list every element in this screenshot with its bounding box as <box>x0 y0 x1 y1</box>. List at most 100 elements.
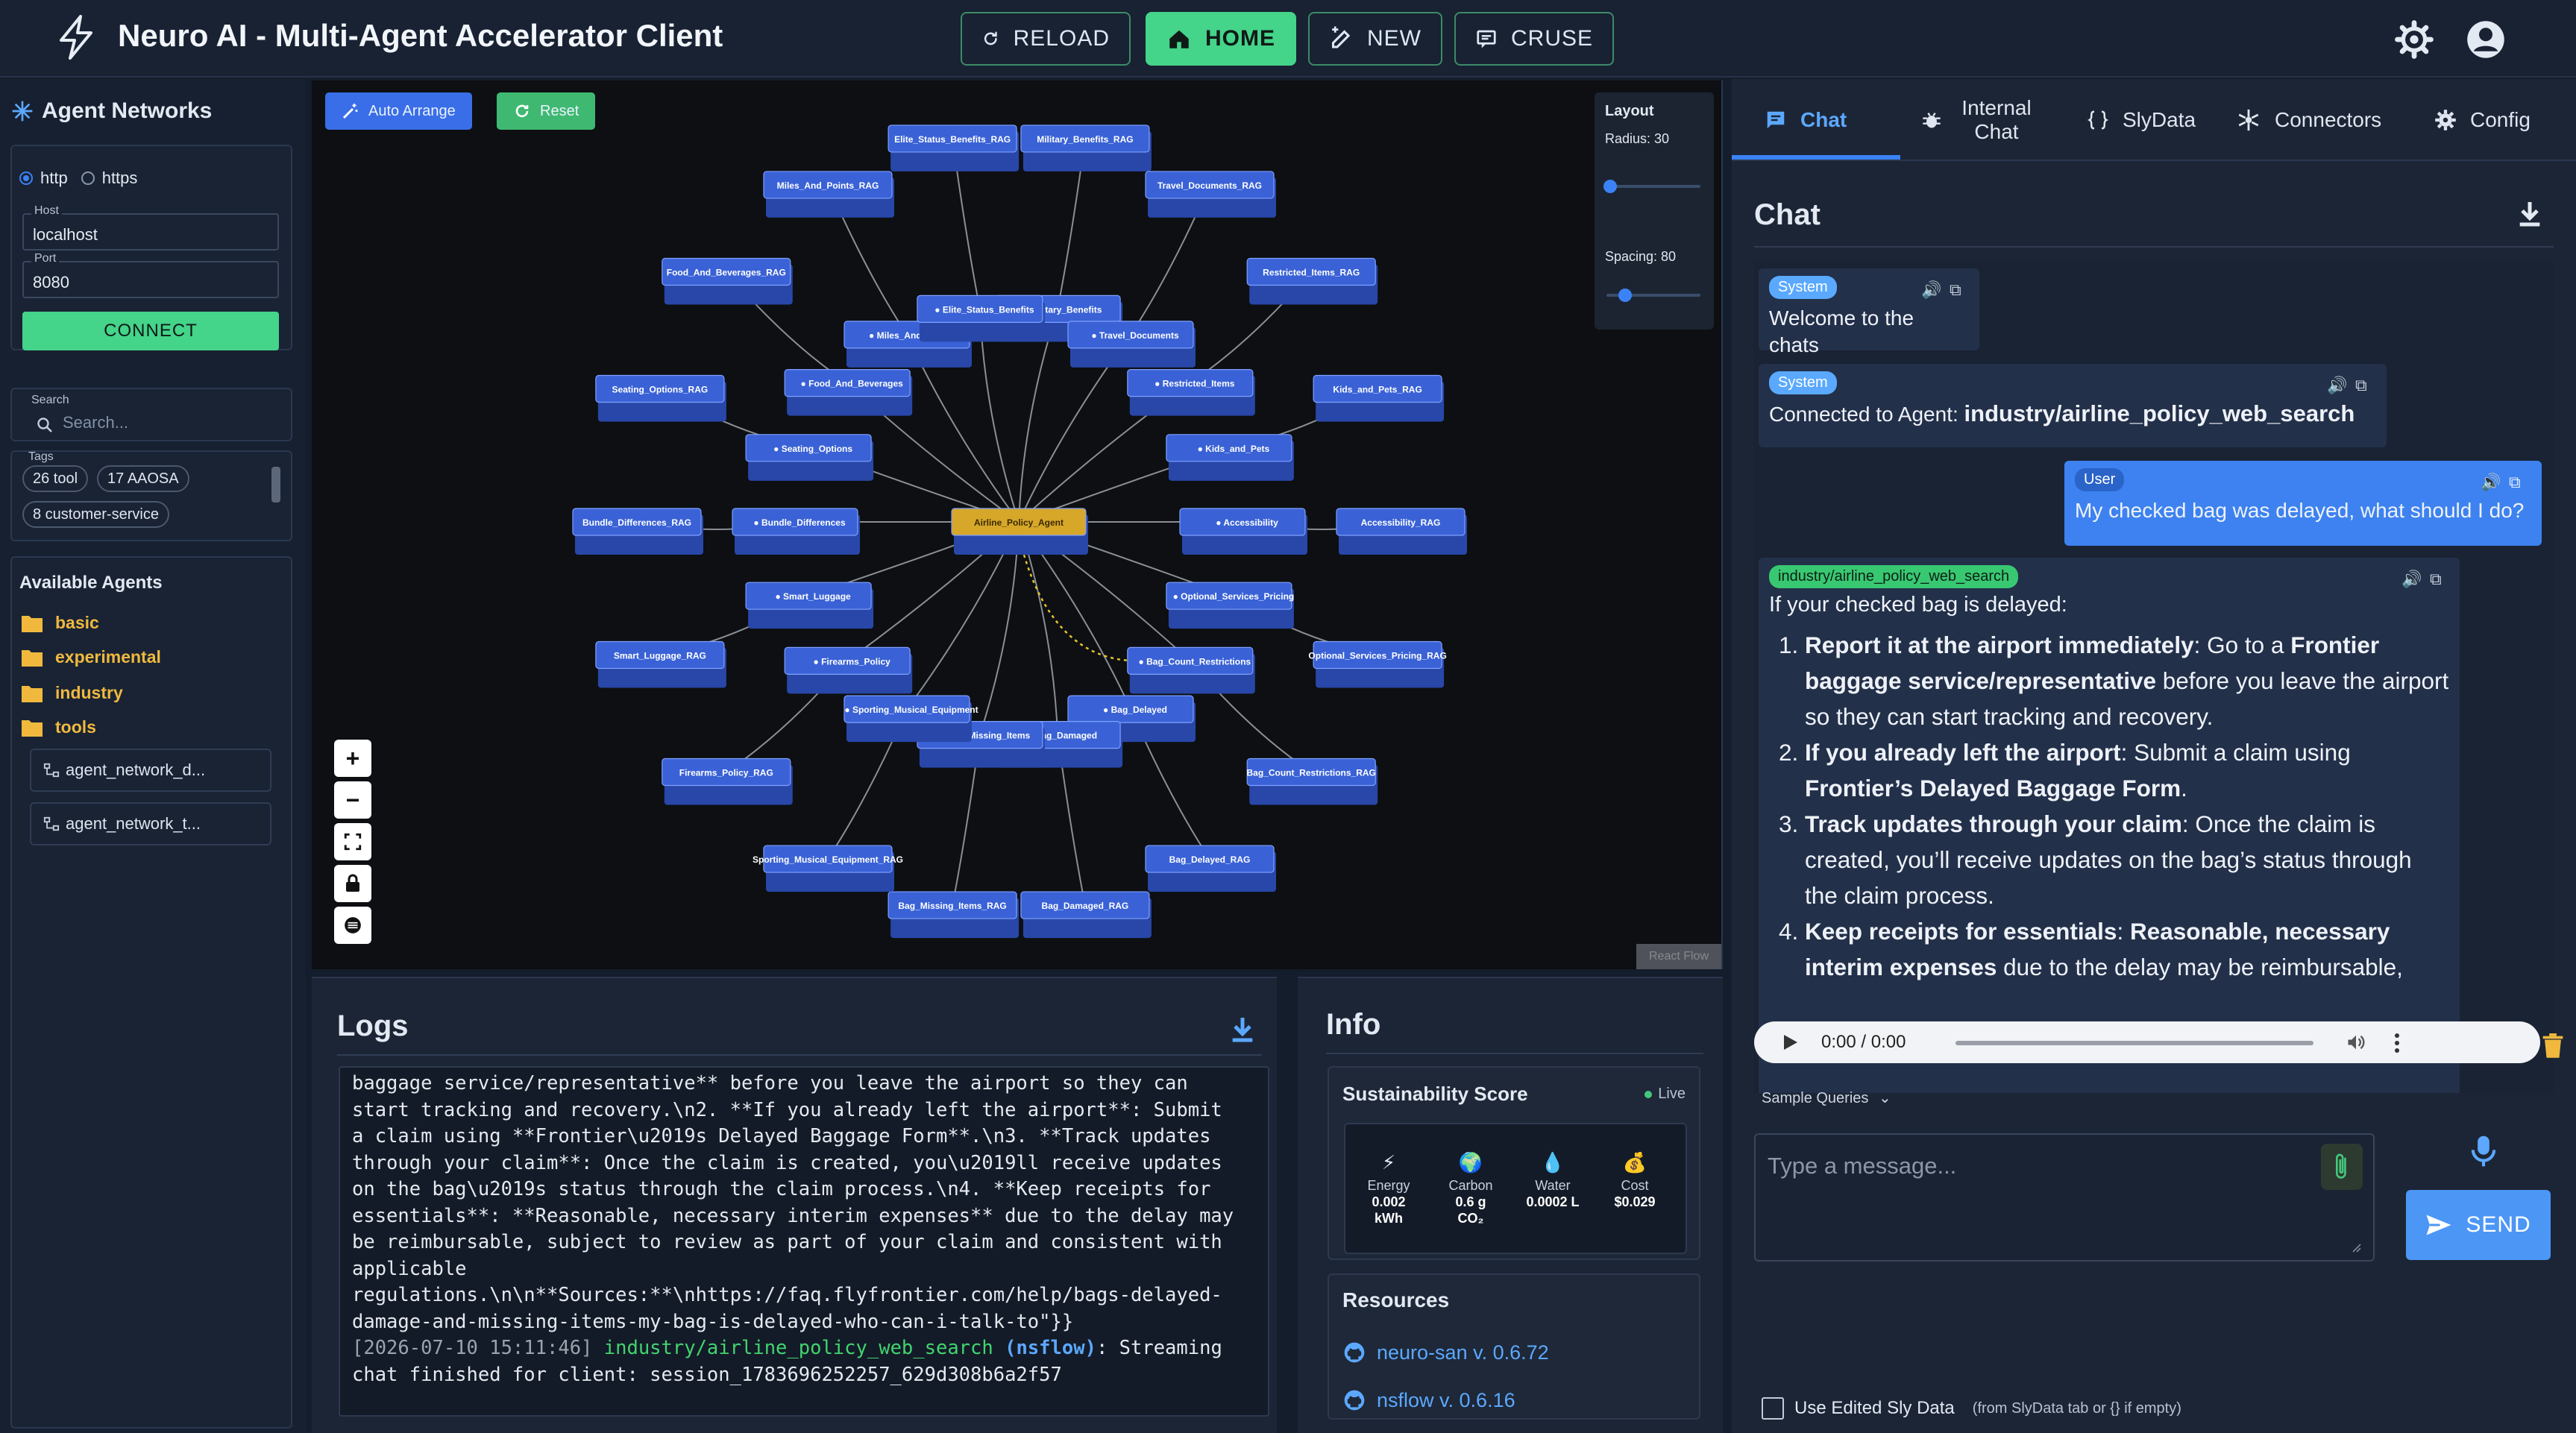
https-radio[interactable] <box>81 171 95 185</box>
auto-arrange-button[interactable]: Auto Arrange <box>325 92 472 130</box>
sample-queries-dropdown[interactable]: Sample Queries ⌄ <box>1762 1089 1891 1107</box>
radius-slider[interactable] <box>1603 180 1700 193</box>
graph-node[interactable]: Travel_Documents_RAG <box>1145 171 1276 218</box>
microphone-icon[interactable] <box>2469 1135 2498 1168</box>
speak-icon[interactable]: 🔊 <box>2401 570 2422 589</box>
graph-node[interactable]: Sporting_Musical_Equipment_RAG <box>753 845 903 892</box>
graph-node[interactable]: ● Food_And_Beverages <box>784 368 913 416</box>
message-input[interactable]: Type a message... <box>1754 1133 2375 1262</box>
folder-tools[interactable]: tools <box>21 717 96 737</box>
reset-button[interactable]: Reset <box>497 92 596 130</box>
graph-node[interactable]: Food_And_Beverages_RAG <box>662 257 793 305</box>
graph-node[interactable]: Smart_Luggage_RAG <box>595 640 726 688</box>
play-icon[interactable] <box>1782 1033 1799 1051</box>
graph-node[interactable]: Seating_Options_RAG <box>595 374 726 422</box>
graph-node[interactable]: Bag_Missing_Items_RAG <box>888 891 1020 939</box>
chat-messages[interactable]: System 🔊 ⧉ Welcome to the chats System 🔊… <box>1754 261 2554 1093</box>
graph-node[interactable]: ● Elite_Status_Benefits <box>917 295 1045 342</box>
zoom-in-button[interactable]: + <box>334 740 371 777</box>
spacing-slider-thumb[interactable] <box>1618 289 1632 302</box>
network-item[interactable]: agent_network_t... <box>30 802 271 845</box>
speak-icon[interactable]: 🔊 <box>1921 280 1941 300</box>
graph-node[interactable]: Bag_Delayed_RAG <box>1145 845 1276 892</box>
network-item[interactable]: agent_network_d... <box>30 749 271 792</box>
lock-button[interactable] <box>334 865 371 902</box>
resource-link[interactable]: nsflow v. 0.6.16 <box>1342 1388 1515 1412</box>
tab-chat[interactable]: Chat <box>1765 79 1847 161</box>
cruse-button[interactable]: CRUSE <box>1454 12 1614 66</box>
radius-slider-thumb[interactable] <box>1603 180 1617 193</box>
search-input[interactable]: Search Search... <box>10 388 292 441</box>
zoom-out-button[interactable]: − <box>334 781 371 819</box>
resource-link[interactable]: neuro-san v. 0.6.72 <box>1342 1341 1549 1364</box>
graph-node[interactable]: ● Smart_Luggage <box>745 582 874 629</box>
port-field[interactable]: Port 8080 <box>22 252 279 298</box>
speak-icon[interactable]: 🔊 <box>2327 376 2347 395</box>
graph-node[interactable]: ● Restricted_Items <box>1127 368 1255 416</box>
audio-progress[interactable] <box>1955 1041 2313 1045</box>
agent-graph-canvas[interactable]: Military_Benefits_RAG Travel_Documents_RA… <box>312 81 1723 969</box>
reload-button[interactable]: RELOAD <box>961 12 1131 66</box>
graph-node[interactable]: ● Bag_Count_Restrictions <box>1127 646 1255 694</box>
fit-view-button[interactable] <box>334 823 371 860</box>
spacing-slider[interactable] <box>1606 289 1700 302</box>
graph-node[interactable]: Accessibility_RAG <box>1336 508 1467 555</box>
tab-connectors[interactable]: Connectors <box>2236 79 2381 161</box>
trash-icon[interactable] <box>2542 1033 2564 1059</box>
graph-node[interactable]: Bag_Count_Restrictions_RAG <box>1247 758 1378 805</box>
graph-node[interactable]: ● Optional_Services_Pricing <box>1166 582 1294 629</box>
tag-chip[interactable]: 26 tool <box>22 465 89 492</box>
react-flow-attribution[interactable]: React Flow <box>1636 944 1721 969</box>
log-output[interactable]: baggage service/representative** before … <box>339 1066 1269 1417</box>
http-radio[interactable] <box>19 171 33 185</box>
speak-icon[interactable]: 🔊 <box>2481 473 2501 492</box>
minimap-button[interactable] <box>334 907 371 944</box>
settings-icon[interactable] <box>2394 19 2434 60</box>
tag-chip[interactable]: 8 customer-service <box>22 501 169 528</box>
home-button[interactable]: HOME <box>1146 12 1296 66</box>
graph-node[interactable]: ● Kids_and_Pets <box>1166 434 1294 481</box>
account-icon[interactable] <box>2466 19 2506 60</box>
graph-node[interactable]: Airline_Policy_Agent <box>951 508 1088 555</box>
graph-node[interactable]: ● Sporting_Musical_Equipment <box>844 695 978 743</box>
new-button[interactable]: NEW <box>1308 12 1442 66</box>
graph-node[interactable]: Miles_And_Points_RAG <box>763 171 894 218</box>
resize-handle-icon[interactable] <box>2349 1241 2361 1253</box>
tag-chip[interactable]: 17 AAOSA <box>97 465 189 492</box>
graph-node[interactable]: Elite_Status_Benefits_RAG <box>888 125 1020 171</box>
graph-node[interactable]: ● Travel_Documents <box>1067 321 1196 368</box>
more-options-icon[interactable] <box>2393 1032 2401 1054</box>
folder-basic[interactable]: basic <box>21 613 99 633</box>
tab-slydata[interactable]: SlyData <box>2087 79 2196 161</box>
checkbox-box[interactable] <box>1762 1397 1784 1420</box>
graph-node[interactable]: Firearms_Policy_RAG <box>662 758 793 805</box>
download-chat-icon[interactable] <box>2515 198 2545 228</box>
agent-graph-svg[interactable]: Military_Benefits_RAG Travel_Documents_RA… <box>312 81 1723 969</box>
copy-icon[interactable]: ⧉ <box>1950 280 1961 300</box>
graph-node[interactable]: ● Accessibility <box>1179 508 1307 555</box>
tab-internal-chat[interactable]: Internal Chat <box>1921 79 2038 161</box>
copy-icon[interactable]: ⧉ <box>2509 473 2521 492</box>
volume-icon[interactable] <box>2345 1032 2367 1053</box>
graph-node[interactable]: ● Seating_Options <box>745 434 874 481</box>
tags-scrollbar[interactable] <box>271 467 280 503</box>
graph-node[interactable]: Bundle_Differences_RAG <box>572 508 703 555</box>
copy-icon[interactable]: ⧉ <box>2430 570 2442 589</box>
graph-node[interactable]: Bag_Damaged_RAG <box>1020 891 1152 939</box>
audio-player[interactable]: 0:00 / 0:00 <box>1754 1021 2540 1063</box>
download-logs-icon[interactable] <box>1228 1014 1257 1044</box>
copy-icon[interactable]: ⧉ <box>2355 376 2367 395</box>
host-field[interactable]: Host localhost <box>22 204 279 251</box>
graph-node[interactable]: Restricted_Items_RAG <box>1246 257 1378 305</box>
tab-config[interactable]: Config <box>2434 79 2531 161</box>
folder-experimental[interactable]: experimental <box>21 647 161 667</box>
graph-node[interactable]: Optional_Services_Pricing_RAG <box>1308 640 1447 688</box>
graph-node[interactable]: ● Bundle_Differences <box>732 508 860 555</box>
use-edited-sly-data-checkbox[interactable]: Use Edited Sly Data (from SlyData tab or… <box>1762 1397 2181 1420</box>
connect-button[interactable]: CONNECT <box>22 312 279 350</box>
graph-node[interactable]: ● Firearms_Policy <box>784 646 913 694</box>
folder-industry[interactable]: industry <box>21 683 123 703</box>
graph-node[interactable]: Military_Benefits_RAG <box>1020 125 1152 171</box>
send-button[interactable]: SEND <box>2406 1190 2551 1260</box>
attach-button[interactable] <box>2321 1144 2363 1190</box>
